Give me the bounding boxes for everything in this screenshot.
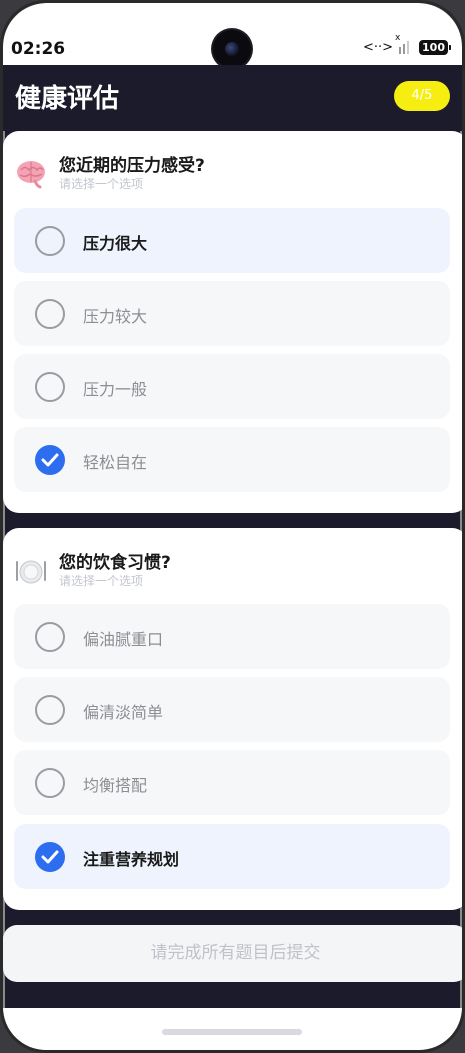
battery-icon: 100 [419,40,451,55]
option-label: 压力一般 [83,380,148,399]
option-label: 均衡搭配 [83,776,148,795]
question-hint: 请选择一个选项 [59,177,144,191]
navigation-bar [3,1008,462,1050]
option-label: 压力很大 [83,234,148,253]
question-header: 您近期的压力感受? 请选择一个选项 [15,151,455,201]
option-label: 偏油腻重口 [83,630,164,649]
option-label: 压力较大 [83,307,148,326]
submit-button[interactable]: 请完成所有题目后提交 [3,925,462,982]
option-item[interactable]: 偏清淡简单 [14,677,450,742]
app-header: 健康评估 4/5 [3,65,462,131]
checkmark-icon [41,850,59,864]
status-time: 02:26 [11,39,66,59]
question-title: 您的饮食习惯? [59,553,171,573]
radio-button[interactable] [35,622,65,652]
status-bar: 02:26 <··> x 100 [3,3,462,68]
option-item[interactable]: 压力一般 [14,354,450,419]
checkmark-icon [41,453,59,467]
radio-button-checked[interactable] [35,842,65,872]
brain-icon [17,161,45,189]
front-camera [213,30,251,68]
option-item[interactable]: 偏油腻重口 [14,604,450,669]
page-title: 健康评估 [15,84,120,114]
status-icons: <··> x 100 [362,33,451,55]
radio-button[interactable] [35,768,65,798]
radio-button[interactable] [35,299,65,329]
home-indicator[interactable] [162,1029,302,1035]
option-label: 轻松自在 [83,453,148,472]
question-card-diet: 您的饮食习惯? 请选择一个选项 偏油腻重口 偏清淡简单 均衡搭配 注重营养规划 [3,528,462,910]
option-item[interactable]: 均衡搭配 [14,750,450,815]
radio-button[interactable] [35,226,65,256]
question-hint: 请选择一个选项 [59,574,144,588]
option-label: 偏清淡简单 [83,703,164,722]
radio-button[interactable] [35,695,65,725]
radio-button[interactable] [35,372,65,402]
question-title: 您近期的压力感受? [59,156,205,176]
option-label: 注重营养规划 [83,850,180,869]
option-item[interactable]: 压力很大 [14,208,450,273]
question-card-stress: 您近期的压力感受? 请选择一个选项 压力很大 压力较大 压力一般 轻松自在 [3,131,462,513]
plate-cutlery-icon [16,560,46,584]
signal-icon: x [395,33,413,54]
radio-button-checked[interactable] [35,445,65,475]
progress-badge: 4/5 [394,81,450,111]
option-item[interactable]: 注重营养规划 [14,824,450,889]
phone-frame: 02:26 <··> x 100 健康评估 4/5 您近期的压力感受? 请选择一… [0,0,465,1053]
option-item[interactable]: 压力较大 [14,281,450,346]
network-icon: <··> [362,40,394,55]
option-item[interactable]: 轻松自在 [14,427,450,492]
question-header: 您的饮食习惯? 请选择一个选项 [15,548,455,598]
